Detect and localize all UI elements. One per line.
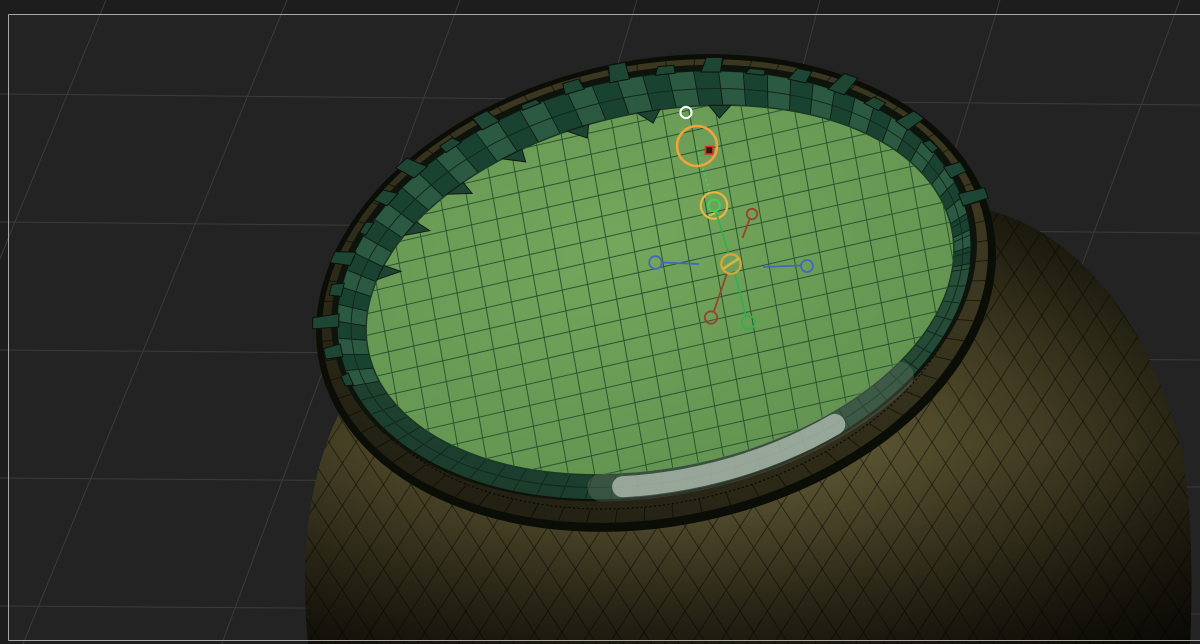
app-window [0,0,1200,644]
active-vertex-marker[interactable] [704,145,714,155]
blender-3d-viewport[interactable] [0,0,1200,644]
